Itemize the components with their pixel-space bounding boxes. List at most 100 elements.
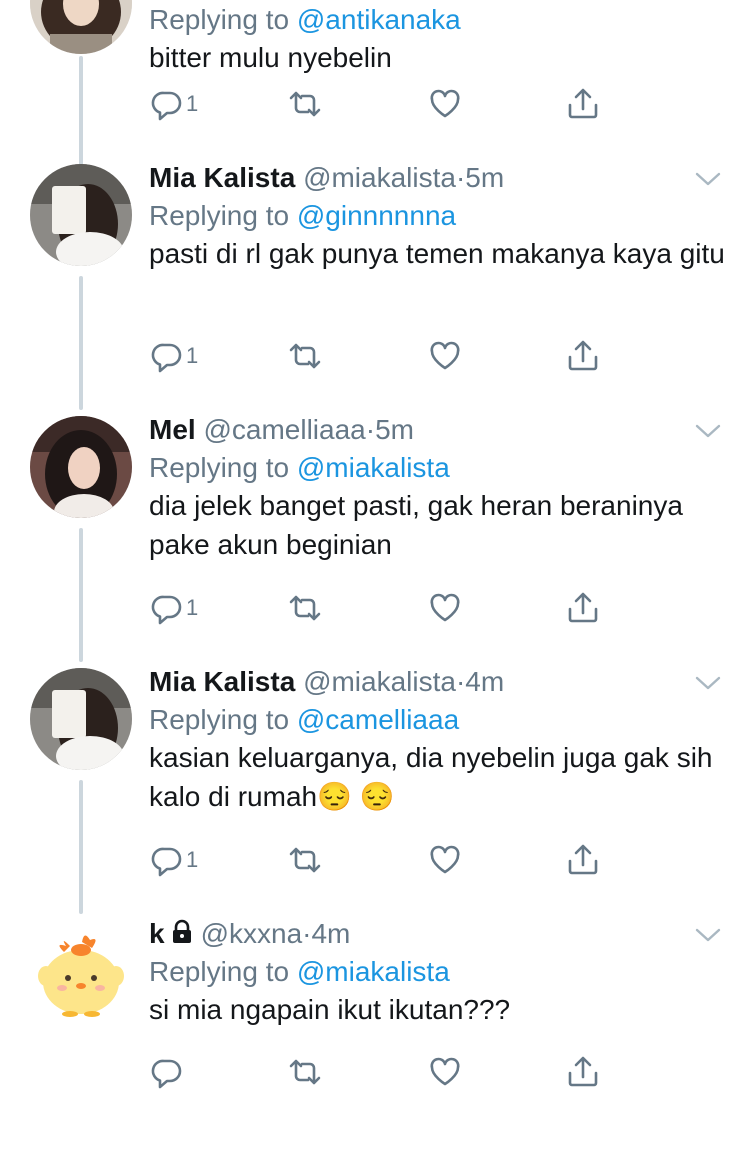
retweet-button[interactable]	[288, 84, 322, 124]
tweet-actions: 1	[150, 336, 610, 376]
reply-icon	[151, 1059, 182, 1089]
chevron-down-icon[interactable]	[694, 674, 722, 692]
reply-count: 1	[186, 595, 199, 620]
avatar[interactable]	[30, 416, 132, 518]
reply-thread: Replying to @antikanaka bitter mulu nyeb…	[0, 0, 750, 1105]
reply-icon	[151, 595, 182, 625]
mention-link[interactable]: @camelliaaa	[297, 704, 459, 735]
tweet-4[interactable]: k @kxxna·4m Replying to @miakalista si mi…	[0, 914, 750, 1166]
reply-count: 1	[186, 91, 199, 116]
thread-line	[79, 780, 83, 914]
tweet-actions	[150, 1052, 610, 1092]
display-name[interactable]: Mia Kalista	[149, 666, 295, 697]
retweet-icon	[289, 595, 321, 621]
tweet-header: k @kxxna·4m	[149, 914, 350, 954]
reply-button[interactable]: 1	[150, 336, 198, 376]
tweet-3[interactable]: Mia Kalista @miakalista·4m Replying to @…	[0, 662, 750, 914]
retweet-icon	[289, 91, 321, 117]
retweet-icon	[289, 343, 321, 369]
heart-icon	[430, 89, 460, 118]
share-icon	[568, 88, 598, 119]
tweet-text: bitter mulu nyebelin	[149, 42, 392, 73]
like-button[interactable]	[428, 1052, 462, 1092]
avatar[interactable]	[30, 0, 132, 54]
tweet-header: Mel @camelliaaa·5m	[149, 410, 414, 450]
timestamp[interactable]: 4m	[311, 918, 350, 949]
tweet-header: Mia Kalista @miakalista·5m	[149, 158, 504, 198]
heart-icon	[430, 341, 460, 370]
reply-button[interactable]: 1	[150, 84, 198, 124]
reply-icon	[151, 91, 182, 121]
avatar[interactable]	[30, 164, 132, 266]
heart-icon	[430, 845, 460, 874]
retweet-button[interactable]	[288, 1052, 322, 1092]
retweet-icon	[289, 1059, 321, 1085]
retweet-button[interactable]	[288, 336, 322, 376]
like-button[interactable]	[428, 336, 462, 376]
user-handle[interactable]: @kxxna	[201, 918, 303, 949]
retweet-button[interactable]	[288, 840, 322, 880]
timestamp[interactable]: 4m	[465, 666, 504, 697]
reply-count: 1	[186, 343, 199, 368]
separator-dot: ·	[455, 666, 466, 697]
user-handle[interactable]: @miakalista	[303, 666, 456, 697]
share-icon	[568, 340, 598, 371]
timestamp[interactable]: 5m	[465, 162, 504, 193]
reply-button[interactable]: 1	[150, 588, 198, 628]
reply-button[interactable]	[150, 1052, 186, 1092]
avatar[interactable]	[30, 920, 132, 1022]
replying-label: Replying to	[149, 4, 290, 35]
tweet-text: pasti di rl gak punya temen makanya kaya…	[149, 238, 725, 269]
heart-icon	[430, 593, 460, 622]
lock-icon	[172, 919, 191, 943]
like-button[interactable]	[428, 588, 462, 628]
timestamp[interactable]: 5m	[375, 414, 414, 445]
replying-to: Replying to @ginnnnnna	[149, 196, 456, 236]
mention-link[interactable]: @antikanaka	[297, 4, 461, 35]
chevron-down-icon[interactable]	[694, 422, 722, 440]
avatar[interactable]	[30, 668, 132, 770]
user-handle[interactable]: @miakalista	[303, 162, 456, 193]
replying-to: Replying to @antikanaka	[149, 0, 461, 40]
tweet-2[interactable]: Mel @camelliaaa·5m Replying to @miakalis…	[0, 410, 750, 662]
replying-label: Replying to	[149, 200, 290, 231]
mention-link[interactable]: @miakalista	[297, 452, 450, 483]
replying-label: Replying to	[149, 452, 290, 483]
share-button[interactable]	[566, 84, 600, 124]
replying-to: Replying to @camelliaaa	[149, 700, 459, 740]
share-icon	[568, 1056, 598, 1087]
share-button[interactable]	[566, 840, 600, 880]
tweet-actions: 1	[150, 588, 610, 628]
separator-dot: ·	[455, 162, 466, 193]
display-name[interactable]: k	[149, 918, 165, 949]
retweet-button[interactable]	[288, 588, 322, 628]
reply-button[interactable]: 1	[150, 840, 198, 880]
display-name[interactable]: Mel	[149, 414, 196, 445]
tweet-header: Mia Kalista @miakalista·4m	[149, 662, 504, 702]
reply-count: 1	[186, 847, 199, 872]
share-icon	[568, 844, 598, 875]
tweet-text: kasian keluarganya, dia nyebelin juga ga…	[149, 742, 713, 812]
tweet-actions: 1	[150, 84, 610, 124]
share-button[interactable]	[566, 1052, 600, 1092]
like-button[interactable]	[428, 840, 462, 880]
mention-link[interactable]: @miakalista	[297, 956, 450, 987]
thread-line	[79, 276, 83, 410]
tweet-text: si mia ngapain ikut ikutan???	[149, 994, 511, 1025]
user-handle[interactable]: @camelliaaa	[203, 414, 365, 445]
display-name[interactable]: Mia Kalista	[149, 162, 295, 193]
share-button[interactable]	[566, 336, 600, 376]
chevron-down-icon[interactable]	[694, 926, 722, 944]
chevron-down-icon[interactable]	[694, 170, 722, 188]
replying-to: Replying to @miakalista	[149, 448, 450, 488]
retweet-icon	[289, 847, 321, 873]
heart-icon	[430, 1057, 460, 1086]
tweet-1[interactable]: Mia Kalista @miakalista·5m Replying to @…	[0, 158, 750, 410]
replying-to: Replying to @miakalista	[149, 952, 450, 992]
reply-icon	[151, 847, 182, 877]
tweet-text: dia jelek banget pasti, gak heran berani…	[149, 490, 683, 560]
share-icon	[568, 592, 598, 623]
share-button[interactable]	[566, 588, 600, 628]
like-button[interactable]	[428, 84, 462, 124]
mention-link[interactable]: @ginnnnnna	[297, 200, 456, 231]
